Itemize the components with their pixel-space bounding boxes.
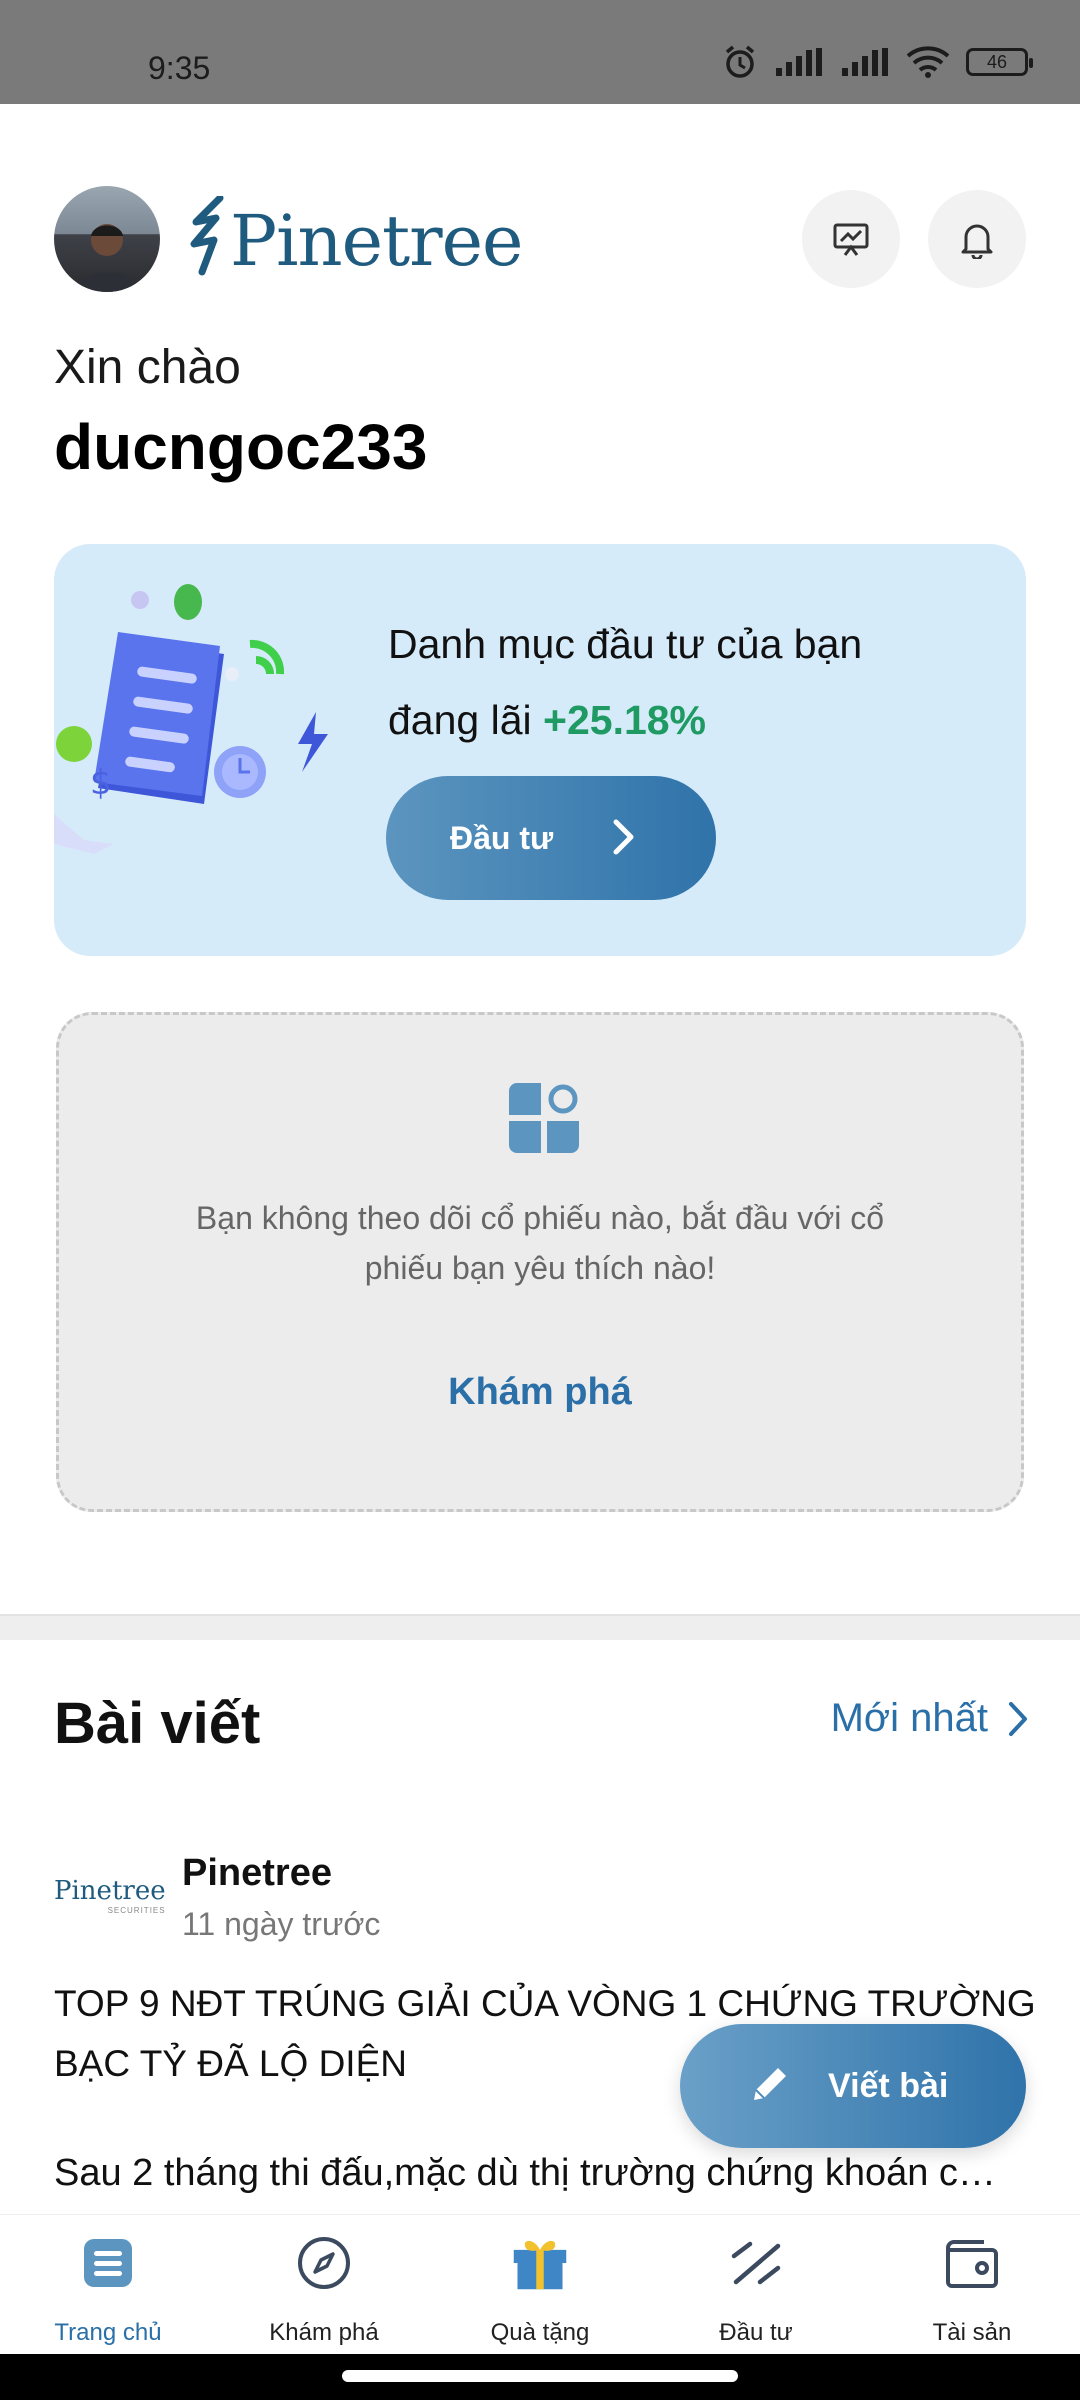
signal-icon-2 — [842, 48, 888, 76]
invest-button[interactable]: Đầu tư — [386, 776, 716, 900]
greeting-text: Xin chào — [54, 341, 241, 394]
post-author-logo: Pinetree SECURITIES — [54, 1876, 166, 1915]
section-divider — [0, 1614, 1080, 1640]
posts-section-title: Bài viết — [54, 1691, 261, 1756]
nav-assets[interactable]: Tài sản — [864, 2215, 1080, 2354]
sort-newest-label: Mới nhất — [830, 1696, 988, 1740]
bell-icon — [961, 224, 993, 259]
post-time: 11 ngày trước — [182, 1906, 381, 1942]
home-indicator[interactable] — [342, 2370, 738, 2382]
nav-gifts-label: Quà tặng — [490, 2319, 590, 2346]
invest-button-label: Đầu tư — [450, 819, 554, 856]
chevron-right-icon — [1009, 1701, 1027, 1736]
pinetree-logo-icon — [190, 196, 224, 276]
explore-link[interactable]: Khám phá — [59, 1371, 1021, 1414]
portfolio-gain: +25.18% — [543, 697, 707, 743]
post-author-logo-subtext: SECURITIES — [107, 1906, 166, 1915]
watchlist-empty-message: Bạn không theo dõi cổ phiếu nào, bắt đầu… — [195, 1200, 885, 1286]
write-post-label: Viết bài — [828, 2066, 949, 2105]
gesture-bar — [0, 2354, 1080, 2400]
widgets-icon — [509, 1083, 579, 1153]
watchlist-empty-card: Bạn không theo dõi cổ phiếu nào, bắt đầu… — [56, 1012, 1024, 1512]
portfolio-message: Danh mục đầu tư của bạn đang lãi +25.18% — [388, 606, 948, 758]
status-icons: 46 — [722, 44, 1033, 80]
bottom-nav: Trang chủ Khám phá Quà tặng Đầu tư Tài s… — [0, 2214, 1080, 2354]
wifi-icon — [906, 46, 950, 78]
home-icon — [84, 2239, 132, 2287]
nav-invest[interactable]: Đầu tư — [648, 2215, 864, 2354]
battery-indicator: 46 — [966, 48, 1033, 76]
nav-assets-label: Tài sản — [932, 2319, 1012, 2346]
nav-home-label: Trang chủ — [54, 2319, 162, 2346]
pencil-icon — [754, 2068, 786, 2100]
chevron-right-icon — [613, 819, 634, 855]
avatar[interactable] — [54, 186, 160, 292]
alarm-icon — [725, 45, 755, 78]
status-time: 9:35 — [148, 50, 211, 86]
invest-icon — [731, 2241, 781, 2285]
write-post-button[interactable]: Viết bài — [680, 2024, 1026, 2148]
compass-icon — [298, 2237, 350, 2289]
portfolio-card: $ Danh mục đầu tư của bạn đang lãi +25.1… — [54, 544, 1026, 956]
post-author[interactable]: Pinetree — [182, 1852, 332, 1895]
portfolio-illustration-icon: $ — [54, 584, 328, 854]
nav-gifts[interactable]: Quà tặng — [432, 2215, 648, 2354]
nav-home[interactable]: Trang chủ — [0, 2215, 216, 2354]
nav-invest-label: Đầu tư — [719, 2319, 793, 2346]
notification-button[interactable] — [928, 190, 1026, 288]
signal-icon — [776, 48, 822, 76]
username: ducngoc233 — [54, 411, 428, 483]
nav-explore-label: Khám phá — [269, 2319, 379, 2346]
status-bar: 9:35 46 — [0, 0, 1080, 104]
svg-text:$: $ — [90, 763, 112, 803]
post-excerpt[interactable]: Sau 2 tháng thi đấu,mặc dù thị trường ch… — [54, 2152, 1014, 2195]
sort-newest-link[interactable]: Mới nhất — [831, 1696, 1028, 1741]
nav-explore[interactable]: Khám phá — [216, 2215, 432, 2354]
wallet-icon — [946, 2240, 998, 2288]
presentation-chart-icon — [833, 223, 869, 256]
app-logo: Pinetree — [230, 200, 523, 282]
chart-button[interactable] — [802, 190, 900, 288]
post-author-logo-text: Pinetree — [54, 1876, 166, 1906]
gift-icon — [513, 2240, 567, 2290]
